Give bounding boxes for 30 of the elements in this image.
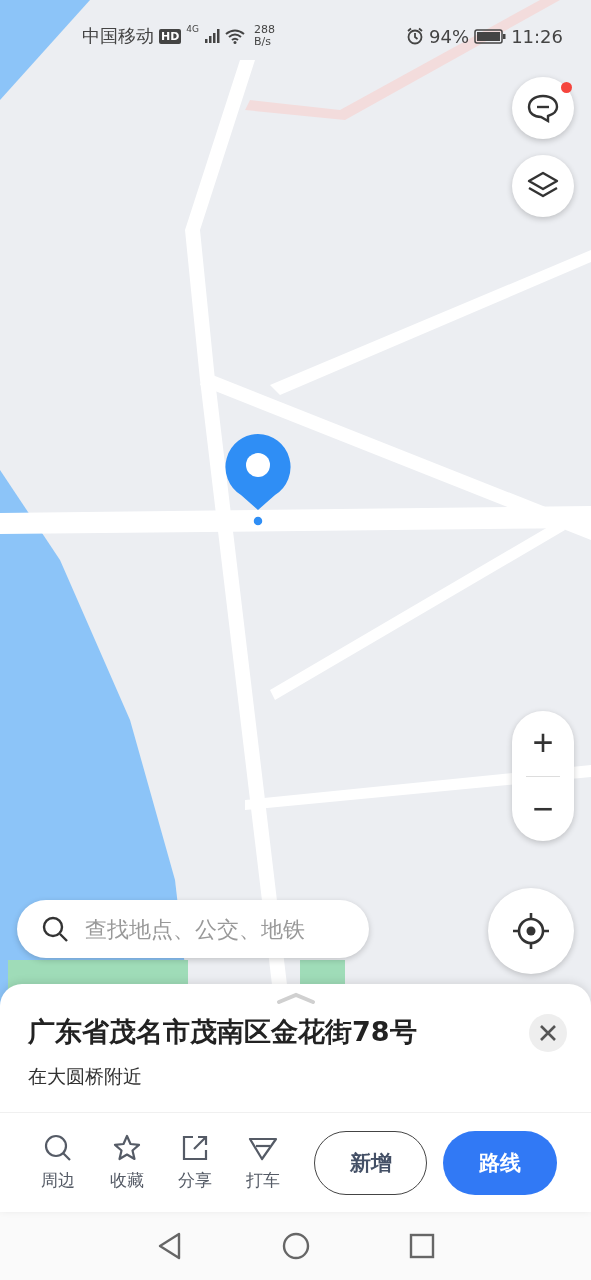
close-icon xyxy=(539,1024,557,1042)
drag-handle-icon[interactable] xyxy=(275,992,316,1004)
action-button[interactable]: 打车 xyxy=(229,1133,298,1192)
action-button[interactable]: 周边 xyxy=(24,1133,93,1192)
route-button[interactable]: 路线 xyxy=(443,1130,557,1195)
home-icon[interactable] xyxy=(280,1231,311,1261)
wifi-icon xyxy=(225,28,246,44)
signal-icon xyxy=(204,29,221,43)
location-pin-icon xyxy=(223,432,293,527)
network-type: 4G xyxy=(186,24,200,34)
star-icon xyxy=(111,1133,142,1163)
search-icon xyxy=(41,915,69,943)
chat-bubble-icon xyxy=(526,93,560,123)
crosshair-icon xyxy=(511,911,551,951)
action-button[interactable]: 分享 xyxy=(160,1133,230,1192)
battery-icon xyxy=(474,28,507,44)
battery-percent: 94% xyxy=(429,25,470,47)
close-button[interactable] xyxy=(529,1014,567,1052)
search-field[interactable]: 查找地点、公交、地铁 xyxy=(17,900,369,958)
action-button[interactable]: 收藏 xyxy=(92,1133,161,1192)
clock: 11:26 xyxy=(511,25,563,47)
alarm-icon xyxy=(406,27,425,45)
zoom-out-button[interactable]: − xyxy=(512,776,574,841)
place-subtitle: 在大圆桥附近 xyxy=(28,1064,143,1089)
place-title: 广东省茂名市茂南区金花街78号 xyxy=(28,1015,418,1049)
add-button[interactable]: 新增 xyxy=(313,1130,428,1195)
speed-unit: B/s xyxy=(254,36,273,48)
network-speed: 288 xyxy=(254,24,276,36)
zoom-in-button[interactable]: + xyxy=(512,711,574,776)
carrier-name: 中国移动 xyxy=(82,24,154,48)
